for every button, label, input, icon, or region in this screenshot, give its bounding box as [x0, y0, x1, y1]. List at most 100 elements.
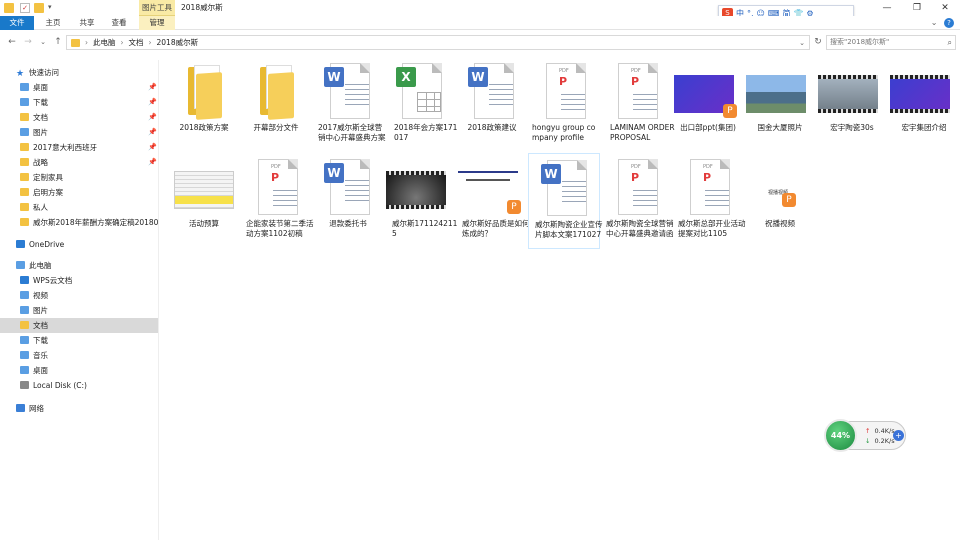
pin-icon[interactable]: 📌 [148, 155, 157, 170]
nav-item-local-disk[interactable]: Local Disk (C:) [0, 378, 158, 393]
pin-icon[interactable]: 📌 [148, 95, 157, 110]
folder-icon [20, 218, 29, 226]
file-item[interactable]: P 威尔斯好品质是如何炼成的？ [456, 153, 530, 249]
ribbon-expand-icon[interactable]: ⌄ [931, 18, 938, 27]
breadcrumb-this-pc[interactable]: 此电脑 [93, 37, 116, 48]
file-name: 威尔斯1711242115 [392, 219, 458, 238]
file-name: 退款委托书 [329, 219, 367, 228]
nav-item-strategy[interactable]: 战略 📌 [0, 155, 158, 170]
file-item[interactable]: PDF P 威尔斯总部开业活动提案对比1105 [672, 153, 746, 249]
file-item[interactable]: W 2018政策建议 [456, 57, 528, 153]
nav-item-pictures-pc[interactable]: 图片 [0, 303, 158, 318]
tab-file[interactable]: 文件 [0, 16, 34, 30]
sheet-thumbnail [174, 171, 234, 209]
breadcrumb-documents[interactable]: 文档 [129, 37, 144, 48]
forward-button[interactable]: → [22, 35, 34, 49]
nav-quick-access[interactable]: ★ 快速访问 [0, 65, 158, 80]
file-item[interactable]: 国金大厦照片 [744, 57, 816, 153]
file-item[interactable]: PDF P hongyu group company profile [528, 57, 600, 153]
pin-icon[interactable]: 📌 [148, 110, 157, 125]
file-name: 威尔斯好品质是如何炼成的？ [462, 219, 530, 238]
nav-item-wps-cloud[interactable]: WPS云文档 [0, 273, 158, 288]
network-speed-widget[interactable]: 44% ↑ 0.4K/s ↓ 0.2K/s + [824, 419, 906, 452]
file-name: 宏宇陶瓷30s [830, 123, 874, 132]
download-arrow-icon: ↓ [865, 437, 871, 445]
file-item[interactable]: 2018政策方案 [168, 57, 240, 153]
tab-view[interactable]: 查看 [104, 16, 134, 30]
nav-item-qiming[interactable]: 启明方案 [0, 185, 158, 200]
nav-network[interactable]: 网络 [0, 401, 158, 416]
up-button[interactable]: ↑ [52, 35, 64, 49]
maximize-button[interactable]: ❐ [902, 0, 932, 16]
pin-icon[interactable]: 📌 [148, 125, 157, 140]
file-item[interactable]: W 2017威尔斯全球营销中心开幕盛典方案 [312, 57, 386, 153]
properties-icon[interactable]: ✓ [20, 3, 30, 13]
wps-presentation-icon: P [782, 193, 796, 207]
file-item[interactable]: 视播视频 P 祝播视频 [744, 153, 816, 249]
nav-item-custom-furniture[interactable]: 定制家具 [0, 170, 158, 185]
address-bar[interactable]: › 此电脑 › 文档 › 2018威尔斯 ⌄ [66, 35, 810, 50]
file-name: 2018年会方案171017 [394, 123, 458, 142]
breadcrumb-current[interactable]: 2018威尔斯 [157, 37, 199, 48]
quick-access-dropdown-icon[interactable]: ▾ [48, 3, 58, 13]
nav-item-downloads-pc[interactable]: 下载 [0, 333, 158, 348]
folder-icon [20, 173, 29, 181]
file-item-selected[interactable]: W 威尔斯陶瓷企业宣传片脚本文案171027 [528, 153, 603, 249]
file-item[interactable]: PDF P 威尔斯陶瓷全球营销中心开幕盛典邀请函 [600, 153, 674, 249]
file-item[interactable]: P 出口部ppt(集团) [672, 57, 744, 153]
memory-usage-gauge[interactable]: 44% [824, 419, 857, 452]
file-name: 出口部ppt(集团) [680, 123, 736, 132]
file-item[interactable]: 威尔斯1711242115 [384, 153, 457, 249]
tab-share[interactable]: 共享 [72, 16, 102, 30]
pin-icon[interactable]: 📌 [148, 140, 157, 155]
file-item[interactable]: 宏宇陶瓷30s [816, 57, 888, 153]
nav-item-pictures[interactable]: 图片 📌 [0, 125, 158, 140]
nav-item-italy-spain[interactable]: 2017意大利西班牙 📌 [0, 140, 158, 155]
back-button[interactable]: ← [6, 35, 18, 49]
download-speed: 0.2K/s [874, 437, 895, 445]
file-name: 企能家装节第二季活动方案1102初稿 [246, 219, 314, 238]
nav-item-music[interactable]: 音乐 [0, 348, 158, 363]
refresh-button[interactable]: ↻ [812, 35, 824, 50]
video-folder-icon [20, 291, 29, 299]
file-name: 宏宇集团介绍 [901, 123, 947, 132]
search-placeholder: 搜索"2018威尔斯" [830, 38, 890, 46]
nav-item-documents-pc[interactable]: 文档 [0, 318, 158, 333]
nav-item-documents[interactable]: 文档 📌 [0, 110, 158, 125]
close-button[interactable]: ✕ [930, 0, 960, 16]
recent-locations-button[interactable]: ⌄ [37, 35, 49, 49]
nav-item-videos[interactable]: 视频 [0, 288, 158, 303]
nav-item-private[interactable]: 私人 [0, 200, 158, 215]
file-item[interactable]: 活动预算 [168, 153, 240, 249]
file-item[interactable]: PDF P 企能家装节第二季活动方案1102初稿 [240, 153, 314, 249]
minimize-button[interactable]: — [872, 0, 902, 16]
pdf-icon: P [703, 171, 712, 184]
folder-icon [20, 188, 29, 196]
address-dropdown-icon[interactable]: ⌄ [799, 39, 805, 47]
search-input[interactable]: 搜索"2018威尔斯" ⌕ [826, 35, 956, 50]
file-item[interactable]: 宏宇集团介绍 [888, 57, 960, 153]
file-item[interactable]: PDF P LAMINAM ORDER PROPOSAL [600, 57, 675, 153]
nav-item-downloads[interactable]: 下载 📌 [0, 95, 158, 110]
nav-this-pc[interactable]: 此电脑 [0, 258, 158, 273]
search-icon[interactable]: ⌕ [948, 36, 952, 49]
nav-onedrive[interactable]: OneDrive [0, 237, 158, 252]
accelerate-button[interactable]: + [893, 430, 904, 441]
tab-manage[interactable]: 管理 [139, 16, 175, 30]
context-tab-picture-tools[interactable]: 图片工具 [139, 0, 175, 16]
chevron-right-icon: › [148, 38, 152, 47]
help-icon[interactable]: ? [944, 18, 954, 28]
nav-item-desktop-pc[interactable]: 桌面 [0, 363, 158, 378]
new-folder-icon[interactable] [34, 3, 44, 13]
nav-item-desktop[interactable]: 桌面 📌 [0, 80, 158, 95]
file-list: 2018政策方案 开幕部分文件 W 2017威尔斯全球营销中心开幕盛典方案 X … [160, 55, 960, 540]
file-item[interactable]: W 退款委托书 [312, 153, 384, 249]
video-thumbnail [890, 75, 950, 113]
folder-icon [180, 63, 228, 121]
tab-home[interactable]: 主页 [38, 16, 68, 30]
file-item[interactable]: 开幕部分文件 [240, 57, 312, 153]
nav-item-salary-plan[interactable]: 威尔斯2018年薪酬方案确定稿20180 [0, 215, 158, 230]
file-item[interactable]: X 2018年会方案171017 [384, 57, 457, 153]
pin-icon[interactable]: 📌 [148, 80, 157, 95]
pdf-icon: P [559, 75, 568, 88]
